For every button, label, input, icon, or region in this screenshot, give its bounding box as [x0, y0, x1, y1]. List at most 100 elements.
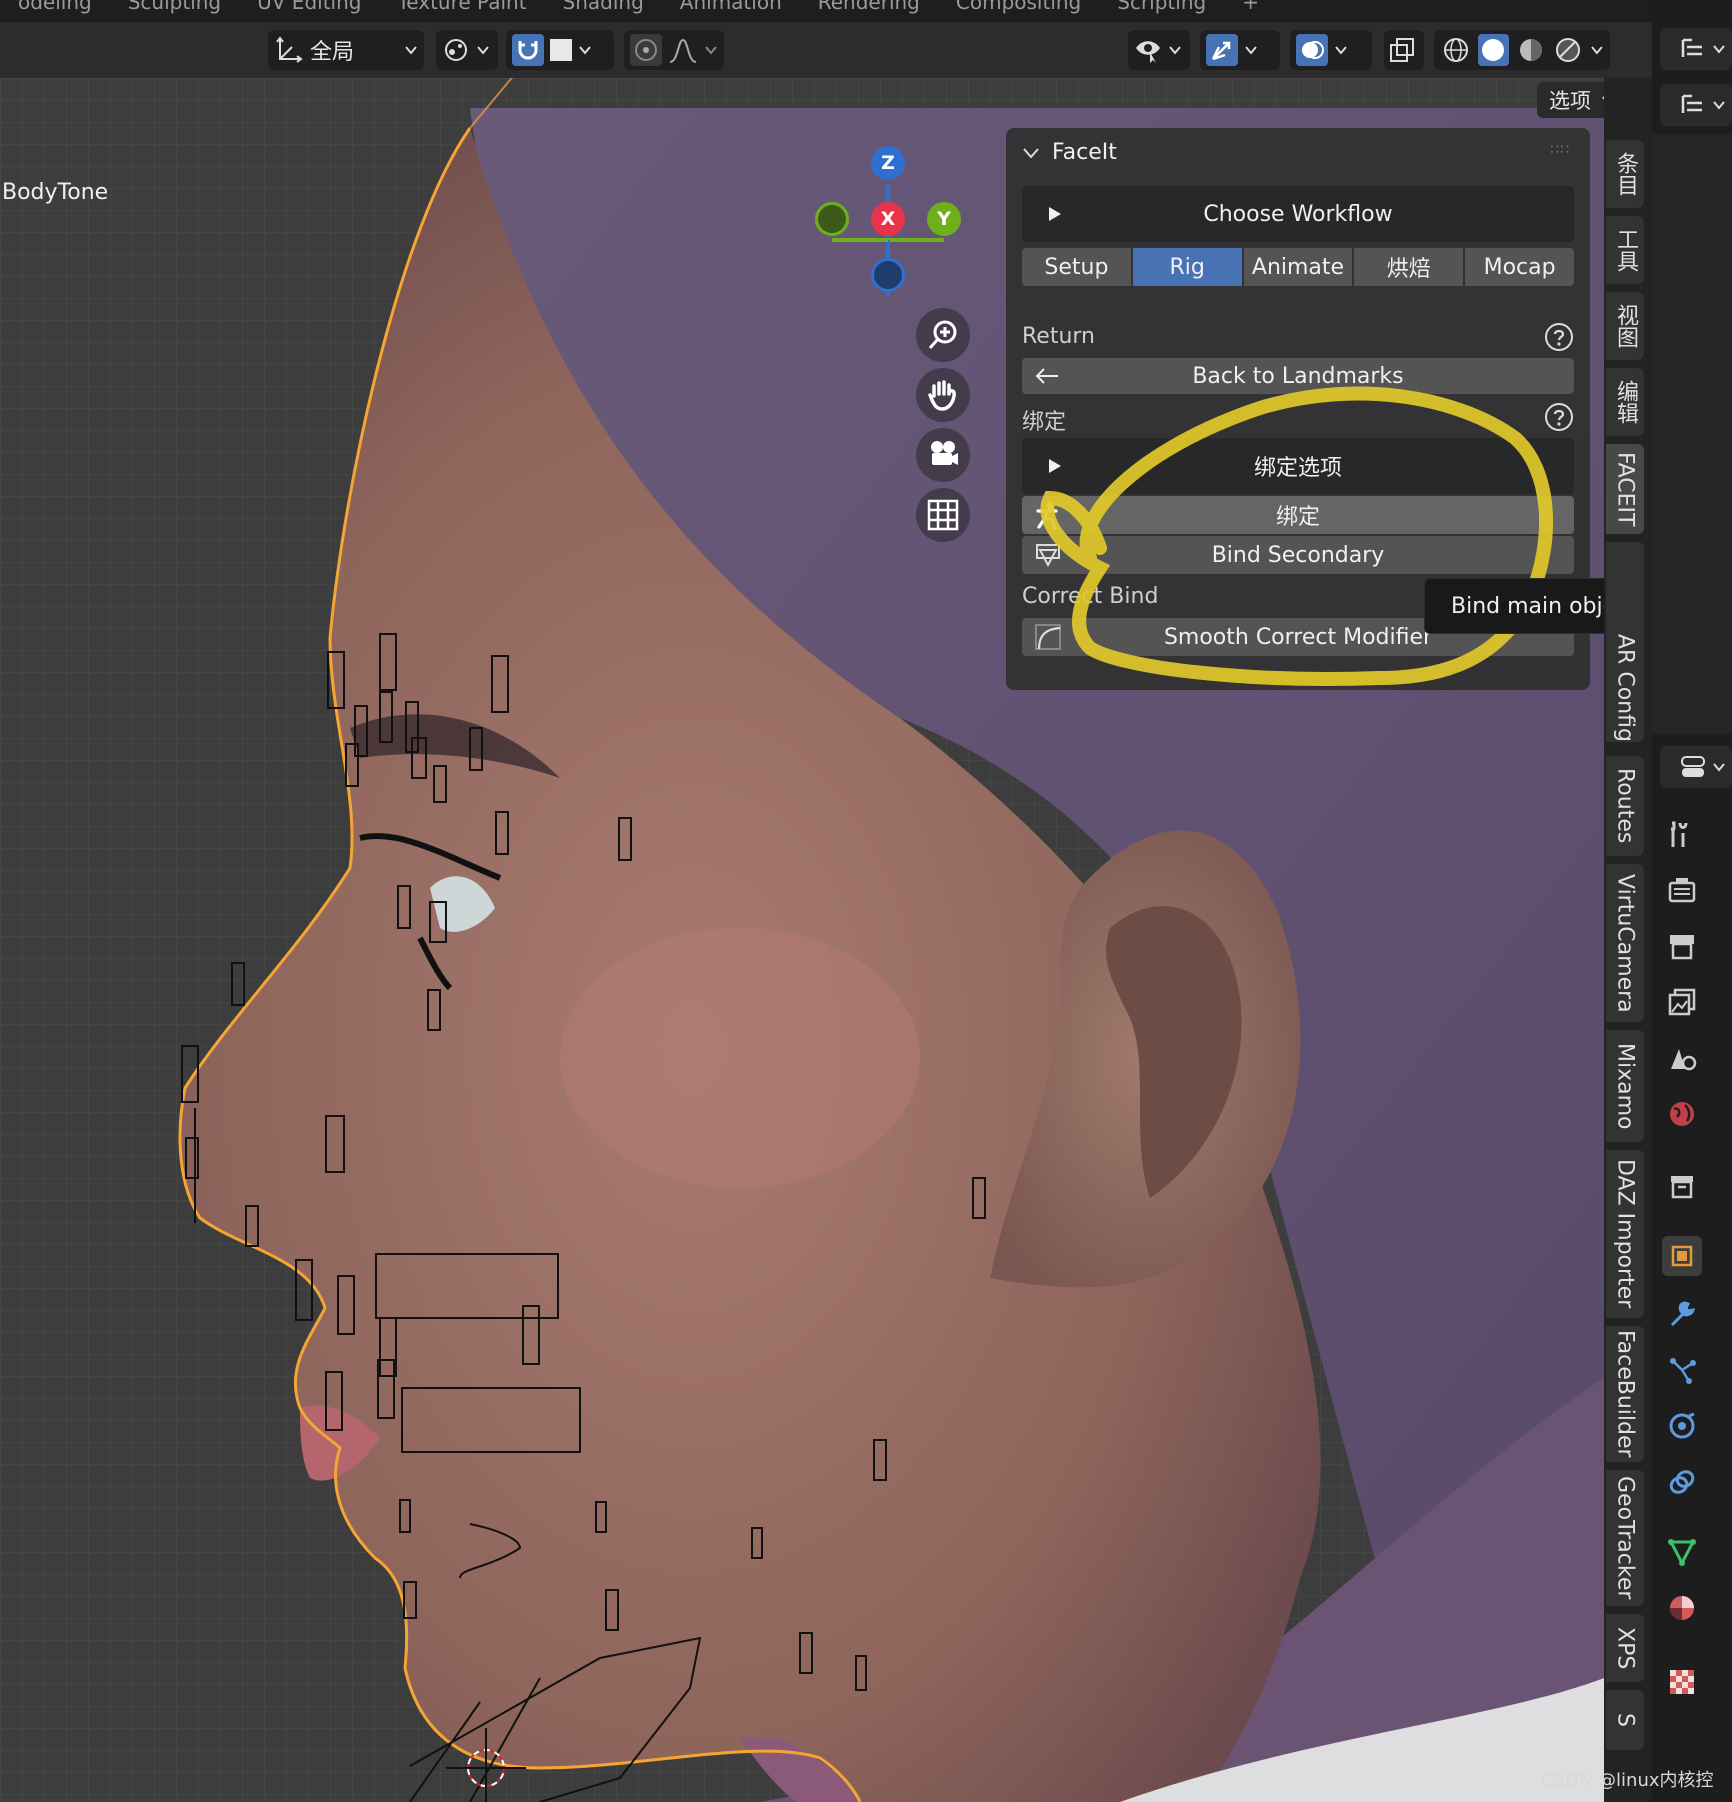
- workspace-tab-animation[interactable]: Animation: [662, 0, 800, 13]
- cheek: [560, 928, 920, 1188]
- texture-icon[interactable]: [1662, 1662, 1702, 1702]
- gizmo-y-axis[interactable]: Y: [927, 202, 961, 236]
- ortho-toggle-button[interactable]: [916, 488, 970, 542]
- tab-setup[interactable]: Setup: [1022, 248, 1131, 286]
- sidebar-tab-ar-config[interactable]: AR Config: [1606, 542, 1644, 742]
- chevron-down-icon[interactable]: [1244, 43, 1258, 57]
- tab-animate[interactable]: Animate: [1243, 248, 1353, 286]
- sidebar-tab-label: AR Config: [1612, 634, 1638, 742]
- tab-mocap[interactable]: Mocap: [1465, 248, 1574, 286]
- pivot-point-dropdown[interactable]: [436, 30, 498, 70]
- back-to-landmarks-label: Back to Landmarks: [1192, 363, 1404, 389]
- workspace-tab-texture-paint[interactable]: Texture Paint: [379, 0, 544, 13]
- sidebar-tab-label: Mixamo: [1612, 1042, 1638, 1130]
- sidebar-tab-facebuilder[interactable]: FaceBuilder: [1606, 1326, 1644, 1462]
- modifier-icon[interactable]: [1662, 1294, 1702, 1334]
- gizmo-neg-z-axis[interactable]: [871, 258, 905, 292]
- shading-material-button[interactable]: [1515, 34, 1547, 66]
- gizmo-z-axis[interactable]: Z: [871, 146, 905, 180]
- outliner-filter-dropdown[interactable]: [1660, 84, 1732, 126]
- xray-toggle[interactable]: [1384, 30, 1424, 70]
- world-icon[interactable]: [1662, 1094, 1702, 1134]
- camera-view-button[interactable]: [916, 428, 970, 482]
- grid-icon: [927, 499, 959, 531]
- chevron-down-icon[interactable]: [1590, 43, 1604, 57]
- faceit-panel-header[interactable]: FaceIt: [1022, 140, 1117, 165]
- shading-rendered-button[interactable]: [1553, 34, 1585, 66]
- data-icon[interactable]: [1662, 1532, 1702, 1572]
- back-to-landmarks-button[interactable]: Back to Landmarks: [1022, 358, 1574, 394]
- properties-editor-type-dropdown[interactable]: [1660, 746, 1732, 788]
- outliner-display-mode-dropdown[interactable]: [1660, 28, 1732, 70]
- view-layer-icon[interactable]: [1662, 982, 1702, 1022]
- falloff-curve-icon[interactable]: [668, 36, 698, 64]
- sidebar-tab-virtucamera[interactable]: VirtuCamera: [1606, 864, 1644, 1022]
- bind-section-label: 绑定: [1022, 410, 1067, 435]
- collection-icon[interactable]: [1662, 1166, 1702, 1206]
- shading-wireframe-button[interactable]: [1440, 34, 1472, 66]
- workspace-tab-modeling[interactable]: odeling: [0, 0, 110, 13]
- chevron-down-icon[interactable]: [704, 43, 718, 57]
- sidebar-tab-xps[interactable]: XPS: [1606, 1614, 1644, 1682]
- add-workspace-button[interactable]: +: [1224, 0, 1277, 13]
- sidebar-tab-s[interactable]: S: [1606, 1690, 1644, 1750]
- sidebar-tab-daz-importer[interactable]: DAZ Importer: [1606, 1150, 1644, 1318]
- object-icon[interactable]: [1662, 1236, 1702, 1276]
- constraints-icon[interactable]: [1662, 1462, 1702, 1502]
- outliner-area[interactable]: [1652, 134, 1732, 734]
- workspace-tab-compositing[interactable]: Compositing: [938, 0, 1099, 13]
- snap-target-icon[interactable]: [550, 39, 572, 61]
- tab-rig[interactable]: Rig: [1132, 248, 1242, 286]
- pan-button[interactable]: [916, 368, 970, 422]
- workspace-tab-rendering[interactable]: Rendering: [800, 0, 938, 13]
- sidebar-tab-geotracker[interactable]: GeoTracker: [1606, 1470, 1644, 1606]
- bind-secondary-button[interactable]: Bind Secondary: [1022, 536, 1574, 574]
- help-icon[interactable]: [1544, 322, 1574, 352]
- bind-button[interactable]: 绑定: [1022, 496, 1574, 534]
- shading-solid-button[interactable]: [1477, 34, 1510, 66]
- gizmo-neg-y-axis[interactable]: [815, 202, 849, 236]
- transform-orientation-dropdown[interactable]: 全局: [268, 30, 424, 70]
- workspace-tab-scripting[interactable]: Scripting: [1099, 0, 1224, 13]
- sidebar-tab-label: S: [1612, 1713, 1638, 1727]
- sidebar-tab-view[interactable]: 视图: [1606, 292, 1644, 360]
- sidebar-tab-routes[interactable]: Routes: [1606, 756, 1644, 856]
- overlays-toggle[interactable]: [1296, 34, 1328, 66]
- snap-toggle[interactable]: [512, 34, 544, 66]
- object-visibility-dropdown[interactable]: [1128, 30, 1190, 70]
- zoom-button[interactable]: [916, 308, 970, 362]
- magnet-icon: [518, 41, 538, 60]
- sidebar-tab-tool[interactable]: 工具: [1606, 216, 1644, 284]
- particles-icon[interactable]: [1662, 1350, 1702, 1390]
- sidebar-tab-edit[interactable]: 编辑: [1606, 368, 1644, 436]
- workspace-tab-uv-editing[interactable]: UV Editing: [239, 0, 379, 13]
- tab-bake[interactable]: 烘焙: [1354, 248, 1464, 286]
- physics-icon[interactable]: [1662, 1406, 1702, 1446]
- material-icon[interactable]: [1662, 1588, 1702, 1628]
- eye-cursor-icon: [1136, 41, 1160, 63]
- chevron-down-icon[interactable]: [1334, 43, 1348, 57]
- chevron-down-icon[interactable]: [578, 43, 592, 57]
- scene-icon[interactable]: [1662, 1038, 1702, 1078]
- 3d-viewport[interactable]: 选项 BodyTone Z Y X FaceIt ∷∷ Choose Workf…: [0, 78, 1652, 1802]
- active-object-name: BodyTone: [2, 180, 109, 205]
- shading-mode-group: [1434, 30, 1610, 70]
- workspace-tab-shading[interactable]: Shading: [545, 0, 662, 13]
- choose-workflow-toggle[interactable]: Choose Workflow: [1022, 186, 1574, 242]
- choose-workflow-label: Choose Workflow: [1203, 201, 1393, 227]
- proportional-edit-toggle[interactable]: [630, 34, 662, 66]
- sidebar-tab-item[interactable]: 条目: [1606, 140, 1644, 208]
- tool-icon[interactable]: [1662, 814, 1702, 854]
- help-icon[interactable]: [1544, 402, 1574, 432]
- sidebar-tab-mixamo[interactable]: Mixamo: [1606, 1030, 1644, 1142]
- sidebar-tab-faceit[interactable]: FACEIT: [1606, 444, 1644, 534]
- output-icon[interactable]: [1662, 926, 1702, 966]
- return-section-label: Return: [1022, 324, 1096, 349]
- bind-options-toggle[interactable]: 绑定选项: [1022, 438, 1574, 494]
- render-icon[interactable]: [1662, 870, 1702, 910]
- gizmo-x-axis[interactable]: X: [871, 202, 905, 236]
- gizmo-toggle[interactable]: [1206, 34, 1238, 66]
- panel-drag-handle[interactable]: ∷∷: [1550, 142, 1570, 158]
- workspace-tab-sculpting[interactable]: Sculpting: [110, 0, 239, 13]
- smooth-correct-modifier-label: Smooth Correct Modifier: [1163, 624, 1433, 650]
